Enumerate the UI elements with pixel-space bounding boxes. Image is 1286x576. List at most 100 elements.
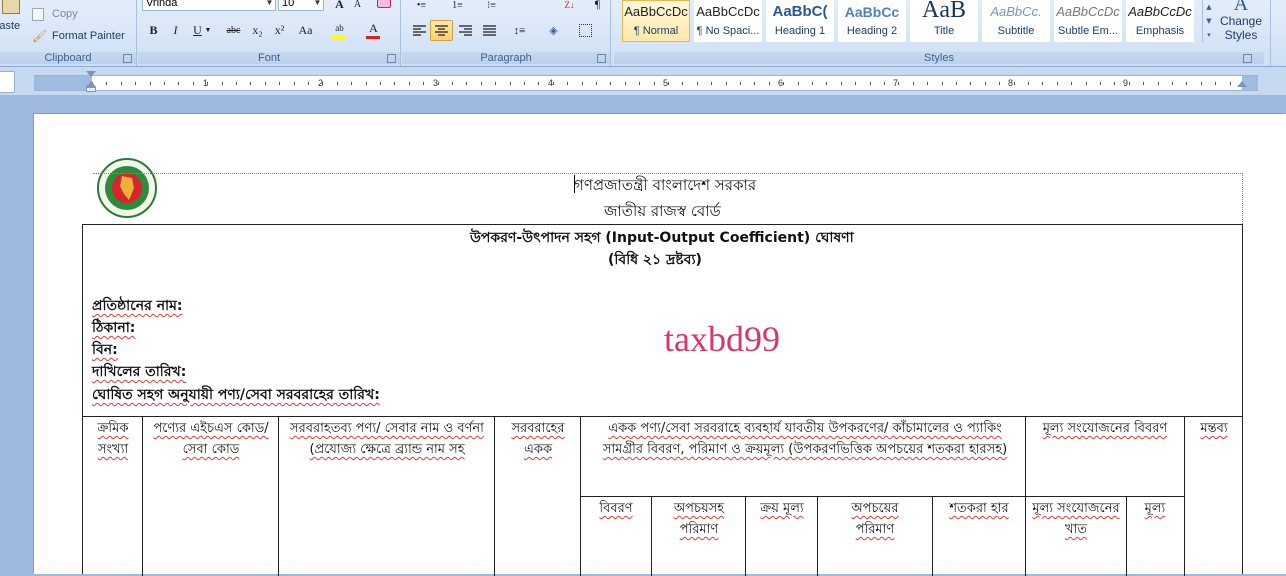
- ruler-tick: [624, 82, 626, 85]
- left-indent-marker[interactable]: [86, 87, 96, 92]
- ruler-tick: [351, 82, 353, 85]
- change-styles-button[interactable]: A Change Styles: [1218, 0, 1264, 46]
- justify-button[interactable]: [478, 20, 501, 41]
- ruler-tick: [984, 82, 986, 85]
- style-sample: AaBbCcDc: [696, 4, 760, 19]
- clipboard-launcher-icon[interactable]: [123, 54, 132, 63]
- ruler-tick: [768, 82, 770, 85]
- underline-dropdown-icon[interactable]: ▼: [202, 20, 214, 41]
- bold-button[interactable]: B: [142, 20, 165, 41]
- more-styles-icon[interactable]: ▾: [1203, 28, 1215, 42]
- table-left-border: [82, 224, 83, 574]
- ruler-tick: [1157, 82, 1159, 85]
- ruler-tick: [293, 82, 295, 85]
- style-heading-2[interactable]: AaBbCc Heading 2: [838, 0, 906, 42]
- ruler-tick: [524, 82, 525, 85]
- ruler-tick: [1028, 82, 1029, 85]
- font-color-label: A: [369, 21, 378, 35]
- ruler-tick: [1143, 82, 1145, 85]
- subscript-button[interactable]: x₂: [246, 20, 269, 41]
- right-indent-marker[interactable]: [1237, 81, 1247, 87]
- ruler-tick: [1085, 82, 1087, 85]
- strikethrough-button[interactable]: abc: [222, 20, 245, 41]
- numbering-button[interactable]: 1≡: [446, 0, 469, 15]
- field-address: ঠিকানা:: [92, 320, 136, 336]
- copy-button[interactable]: Copy: [32, 6, 122, 22]
- style-emphasis[interactable]: AaBbCcDc Emphasis: [1126, 0, 1194, 42]
- ruler-tick: [308, 82, 309, 85]
- style-name: Heading 1: [774, 25, 826, 37]
- align-right-button[interactable]: [454, 20, 477, 41]
- style-subtitle[interactable]: AaBbCc. Subtitle: [982, 0, 1050, 42]
- line-spacing-button[interactable]: ↕≡: [508, 20, 531, 41]
- first-line-indent-marker[interactable]: [86, 71, 96, 77]
- change-case-button[interactable]: Aa: [294, 20, 317, 41]
- col-header-value-addition: মূল্য সংযোজনের বিবরণ: [1042, 421, 1168, 436]
- font-color-button[interactable]: A: [362, 20, 385, 41]
- format-painter-button[interactable]: 🖌 Format Painter: [32, 28, 132, 44]
- style-title[interactable]: AaB Title: [910, 0, 978, 42]
- highlight-button[interactable]: ab: [328, 20, 351, 41]
- chevron-up-icon[interactable]: ▲: [1203, 0, 1215, 14]
- form-title: উপকরণ-উৎপাদন সহগ (Input-Output Coefficie…: [470, 230, 854, 246]
- shrink-font-button[interactable]: A: [346, 0, 369, 15]
- ruler-tick: [135, 82, 137, 85]
- ruler-tick: [1186, 82, 1188, 85]
- ruler-tick: [927, 82, 929, 85]
- change-styles-label-line2: Styles: [1224, 28, 1258, 42]
- ruler-tick: [365, 82, 367, 85]
- font-launcher-icon[interactable]: [387, 54, 396, 63]
- table-top-border: [82, 224, 1243, 225]
- subcol-divider: [651, 496, 652, 576]
- horizontal-ruler[interactable]: 1 2 3 4 5 6 7 8 9: [0, 67, 1286, 95]
- align-center-button[interactable]: [430, 20, 453, 41]
- paste-button[interactable]: Paste: [0, 0, 24, 42]
- style-sample: AaBbCcDc: [624, 4, 688, 19]
- style-subtle-emphasis[interactable]: AaBbCcDc Subtle Em...: [1054, 0, 1122, 42]
- col-header-serial: ক্রমিক সংখ্যা: [97, 421, 129, 457]
- ruler-tick: [192, 82, 194, 85]
- style-gallery-scroll[interactable]: ▲ ▼ ▾: [1202, 0, 1215, 42]
- bullets-button[interactable]: •≡: [410, 0, 433, 15]
- document-page[interactable]: গণপ্রজাতন্ত্রী বাংলাদেশ সরকার জাতীয় রাজ…: [34, 114, 1286, 576]
- ruler-tick: [423, 82, 425, 85]
- paragraph-launcher-icon[interactable]: [597, 54, 606, 63]
- show-marks-button[interactable]: ¶: [586, 0, 609, 15]
- ruler-tick: [1114, 82, 1116, 85]
- sort-button[interactable]: Z↓: [558, 0, 581, 15]
- ruler-tick: [538, 82, 540, 85]
- style-heading-1[interactable]: AaBbC( Heading 1: [766, 0, 834, 42]
- superscript-button[interactable]: x²: [268, 20, 291, 41]
- chevron-down-icon: ▼: [313, 0, 322, 7]
- tab-selector-icon[interactable]: [0, 71, 15, 93]
- clipboard-group-label: Clipboard: [0, 52, 136, 64]
- ruler-tick: [812, 82, 813, 85]
- text-cursor: [574, 175, 575, 193]
- col-divider: [142, 416, 143, 576]
- ruler-tick: [1128, 82, 1130, 85]
- font-size-combo[interactable]: 10 ▼: [278, 0, 324, 11]
- ruler-tick: [711, 82, 713, 85]
- align-left-button[interactable]: [408, 20, 431, 41]
- font-name-combo[interactable]: Vrinda ▼: [142, 0, 276, 11]
- style-no-spacing[interactable]: AaBbCcDc ¶ No Spaci...: [694, 0, 762, 42]
- styles-launcher-icon[interactable]: [1243, 54, 1252, 63]
- style-normal[interactable]: AaBbCcDc ¶ Normal: [622, 0, 690, 42]
- ruler-tick: [725, 82, 727, 85]
- borders-button[interactable]: [574, 20, 597, 41]
- shading-button[interactable]: ◈: [542, 20, 565, 41]
- subcol-header-quantity: অপচয়সহ পরিমাণ: [673, 501, 725, 537]
- ruler-tick: [581, 82, 583, 85]
- multilevel-list-button[interactable]: ⁝≡: [480, 0, 503, 15]
- ruler-tick: [480, 82, 482, 85]
- ruler-tick: [970, 82, 972, 85]
- ruler-tick: [466, 82, 468, 85]
- ruler-tick: [855, 82, 857, 85]
- italic-button[interactable]: I: [164, 20, 187, 41]
- field-submission-date: দাখিলের তারিখ:: [92, 364, 187, 380]
- ruler-tick: [956, 82, 957, 85]
- ruler-tick: [322, 82, 324, 85]
- clear-formatting-button[interactable]: [372, 0, 395, 15]
- ruler-track: 1 2 3 4 5 6 7 8 9: [34, 75, 1258, 91]
- chevron-down-icon[interactable]: ▼: [1203, 14, 1215, 28]
